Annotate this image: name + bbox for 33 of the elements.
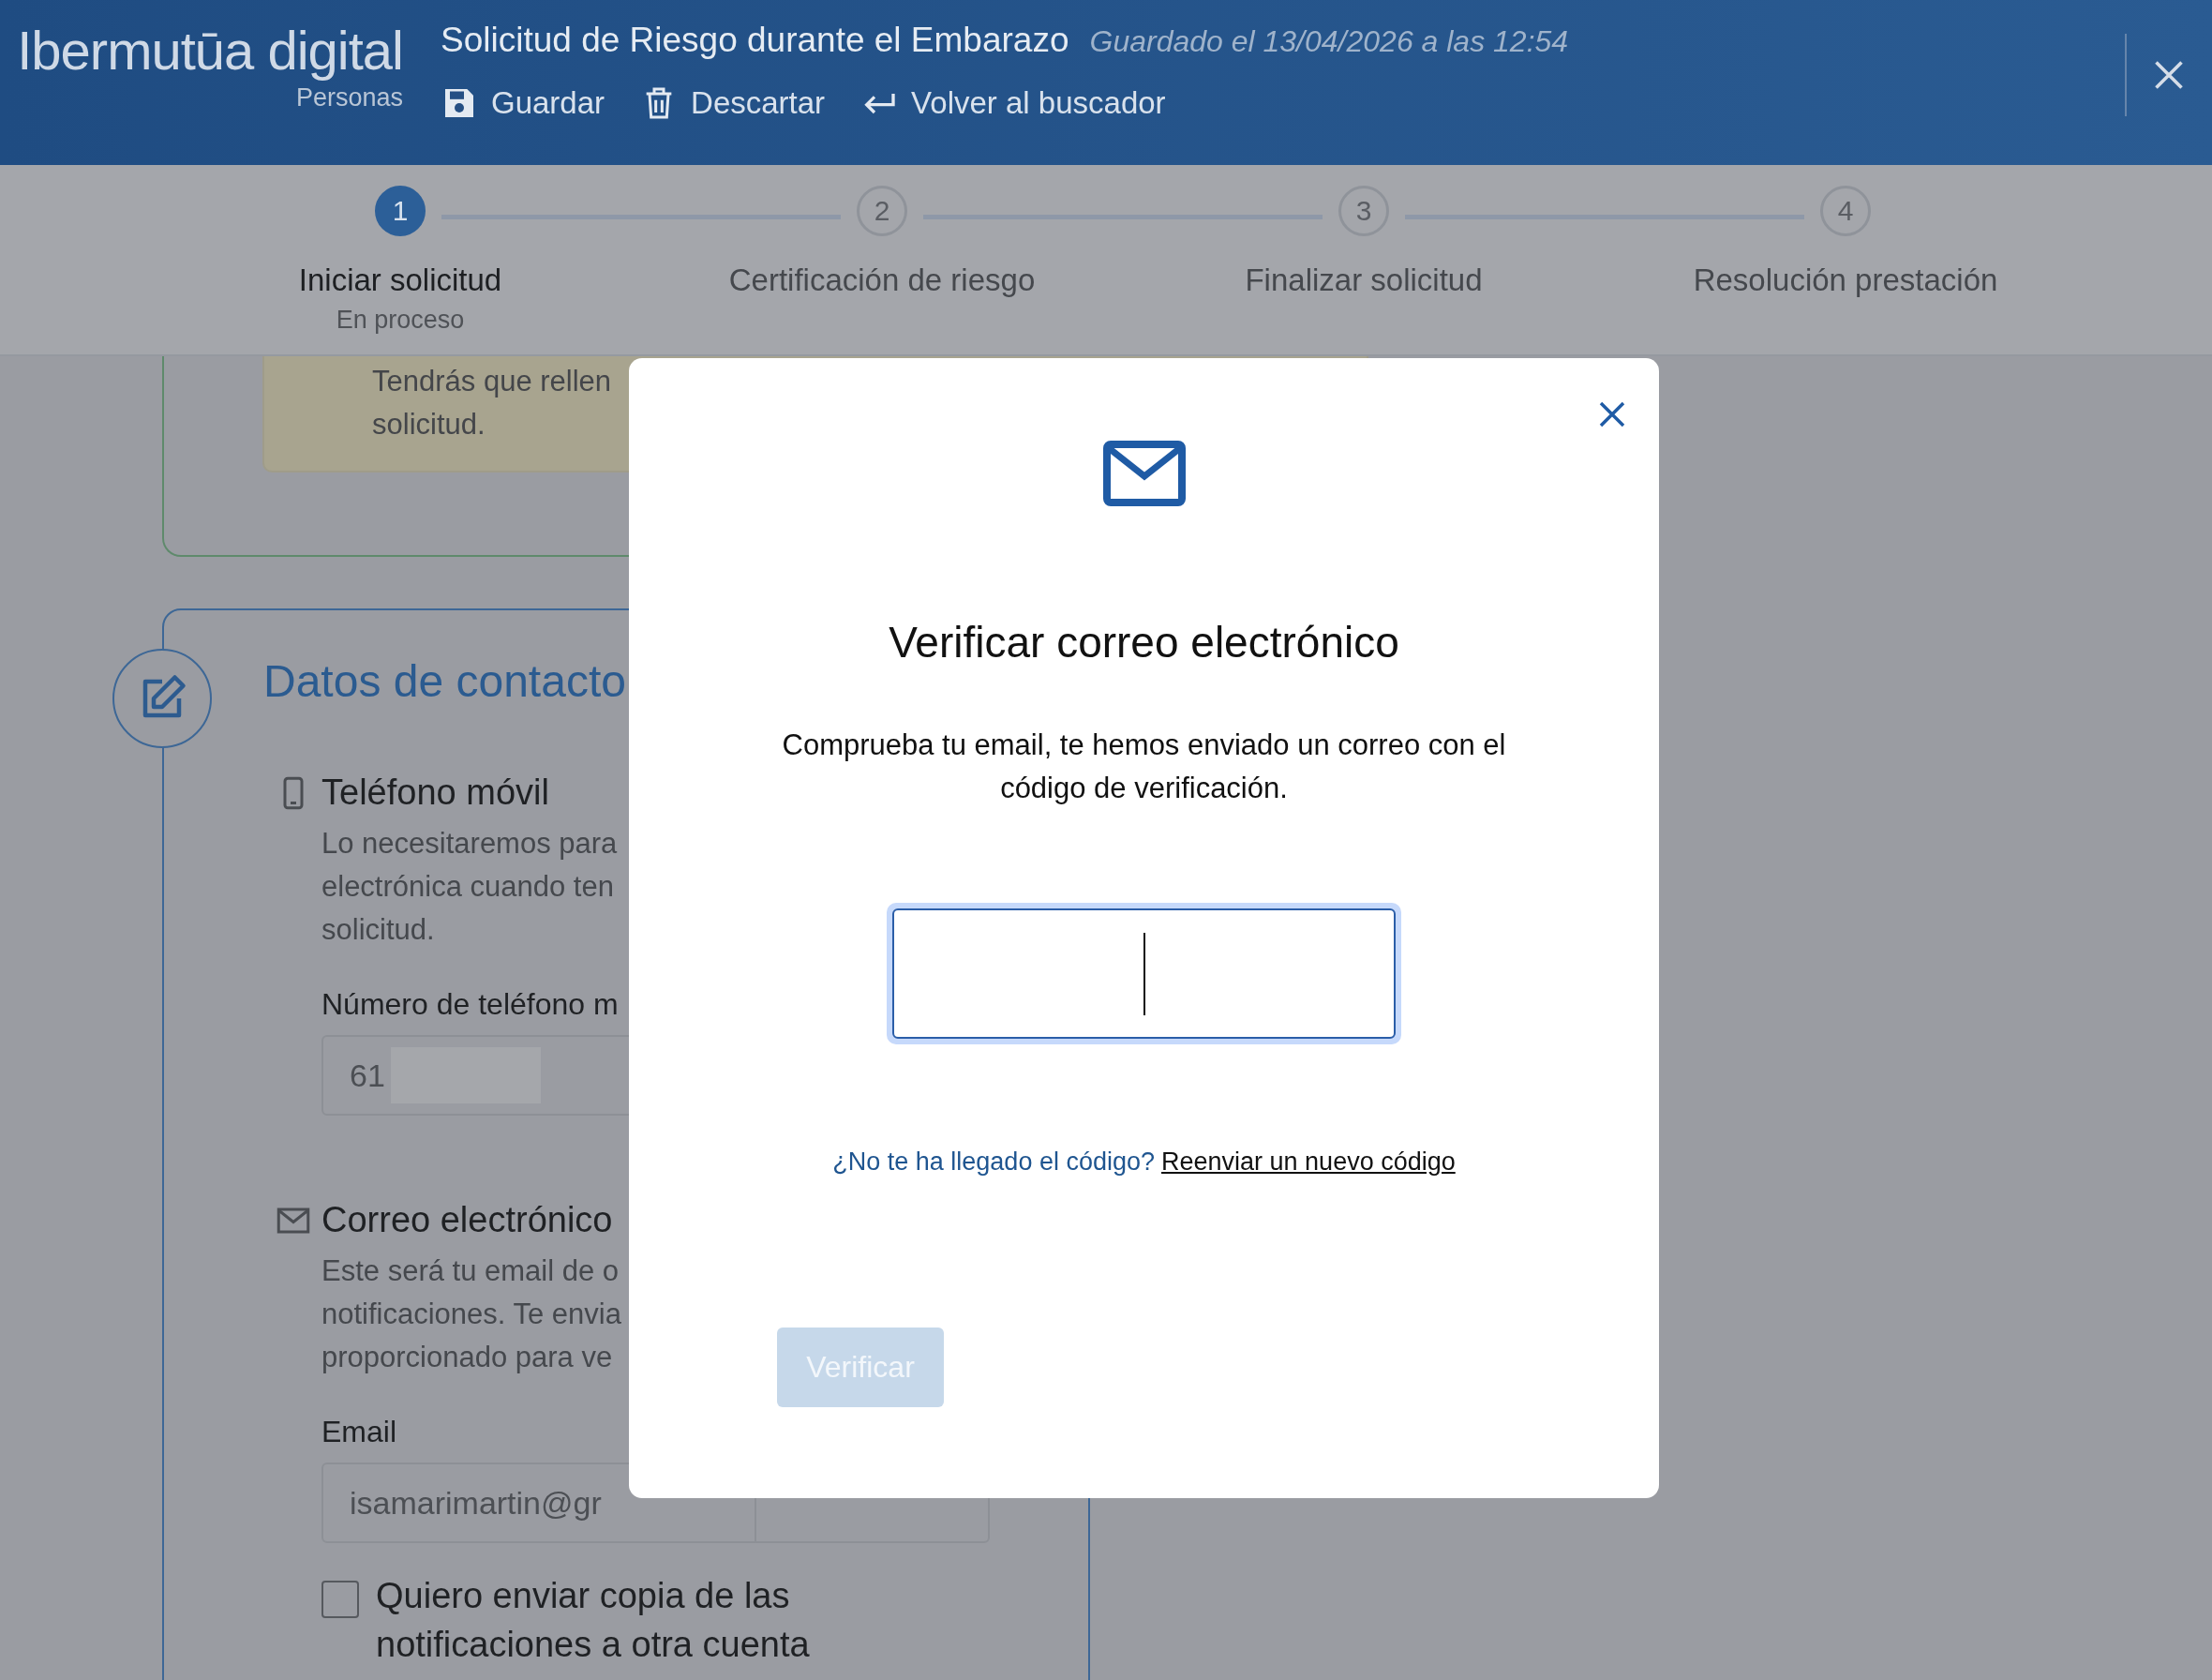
- checkbox-label[interactable]: Quiero enviar copia de las notificaciones a otra cuenta: [376, 1571, 844, 1669]
- save-button[interactable]: Guardar: [441, 84, 605, 122]
- resend-link[interactable]: Reenviar un nuevo código: [1161, 1145, 1456, 1178]
- back-button[interactable]: Volver al buscador: [860, 84, 1166, 122]
- logo: Ibermutūa digital: [17, 19, 403, 82]
- field-label: Email: [321, 1415, 396, 1449]
- code-input-field[interactable]: [887, 903, 1401, 1044]
- step-number[interactable]: 3: [1338, 186, 1389, 236]
- page-title: Solicitud de Riesgo durante el Embarazo: [441, 21, 1069, 60]
- group-description: Lo necesitaremos para electrónica cuando ten solicitud.: [321, 826, 618, 948]
- trash-button[interactable]: Descartar: [640, 84, 826, 122]
- logo-subtitle: Personas: [295, 83, 403, 112]
- step-number[interactable]: 2: [857, 186, 907, 236]
- group-description: Este será tu email de o notificaciones. Te envia proporcionado para ve: [321, 1253, 621, 1375]
- notice-text: Tendrás que rellen solicitud.: [372, 364, 612, 442]
- dialog-message: Comprueba tu email, te hemos enviado un correo con el código de verificación.: [782, 728, 1506, 806]
- saved-note: Guardado el 13/04/2026 a las 12:54: [1089, 24, 1569, 59]
- checkbox[interactable]: [321, 1581, 359, 1618]
- close-icon[interactable]: [1597, 399, 1627, 429]
- resend-prompt: ¿No te ha llegado el código?: [832, 1147, 1155, 1178]
- step-label[interactable]: Iniciar solicitud: [298, 262, 502, 298]
- step-number[interactable]: 4: [1820, 186, 1871, 236]
- field-label: Número de teléfono m: [321, 987, 619, 1022]
- envelope-icon: [1102, 441, 1186, 506]
- step-label[interactable]: Resolución prestación: [1693, 262, 1998, 298]
- step-number[interactable]: 1: [375, 186, 426, 236]
- dialog-title: Verificar correo electrónico: [889, 617, 1399, 668]
- section-title: Datos de contacto: [263, 655, 626, 707]
- group-title: Teléfono móvil: [321, 772, 549, 813]
- step-status: En proceso: [336, 306, 465, 335]
- step-label[interactable]: Finalizar solicitud: [1245, 262, 1483, 298]
- group-title: Correo electrónico: [321, 1200, 613, 1240]
- step-label[interactable]: Certificación de riesgo: [728, 262, 1036, 298]
